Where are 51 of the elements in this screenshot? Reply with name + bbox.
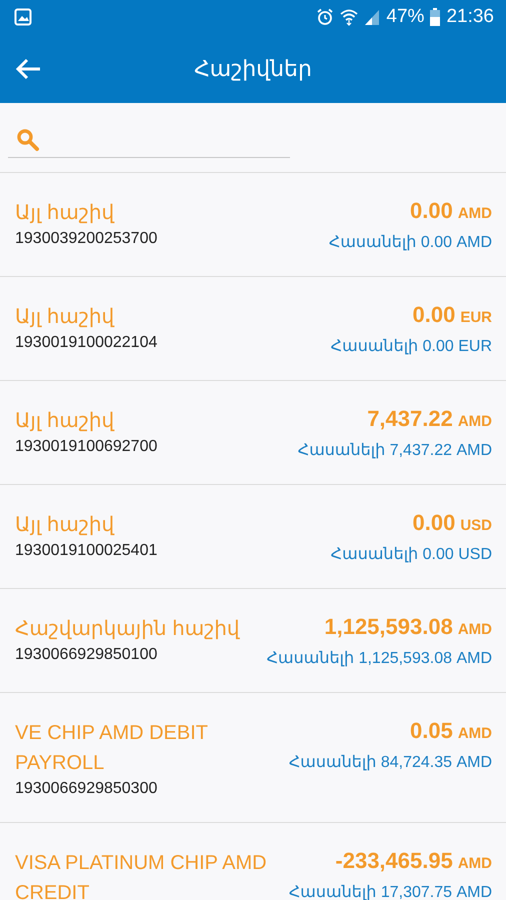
account-name: VISA PLATINUM CHIP AMD CREDIT xyxy=(15,851,268,900)
balance-amount: 1,125,593.08 xyxy=(324,614,453,639)
balance-amount: 0.05 xyxy=(410,718,453,743)
account-row[interactable]: Հաշվարկային հաշիվ 1930066929850100 1,125,593.08 AMD Հասանելի 1,125,593.08 AMD xyxy=(0,588,506,692)
currency-code: AMD xyxy=(458,413,492,430)
signal-icon xyxy=(364,8,380,26)
account-row[interactable]: Այլ հաշիվ 1930019100022104 0.00 EUR Հասանելի 0.00 EUR xyxy=(0,276,506,380)
balance-amount: 0.00 xyxy=(412,510,456,535)
currency-code: AMD xyxy=(458,205,492,222)
account-number: 1930019100692700 xyxy=(15,438,158,456)
account-row[interactable]: Այլ հաշիվ 1930019100025401 0.00 USD Հասանելի 0.00 USD xyxy=(0,484,506,588)
available-balance: Հասանելի 0.00 EUR xyxy=(330,337,492,356)
balance-amount: 7,437.22 xyxy=(367,406,453,431)
available-balance: Հասանելի 0.00 AMD xyxy=(328,233,492,252)
account-number: 1930019100025401 xyxy=(15,542,158,560)
account-name: Այլ հաշիվ xyxy=(15,409,116,434)
account-name: Այլ հաշիվ xyxy=(15,305,116,330)
currency-code: USD xyxy=(460,517,492,534)
wifi-icon xyxy=(340,8,358,26)
account-number: 1930019100022104 xyxy=(15,334,158,352)
account-name: Հաշվարկային հաշիվ xyxy=(15,617,240,642)
account-row[interactable]: Այլ հաշիվ 1930039200253700 0.00 AMD Հասանելի 0.00 AMD xyxy=(0,172,506,276)
account-row[interactable]: VISA PLATINUM CHIP AMD CREDIT -233,465.95 AMD Հասանելի 17,307.75 AMD xyxy=(0,822,506,900)
account-row[interactable]: VE CHIP AMD DEBIT PAYROLL 1930066929850300 0.05 AMD Հասանելի 84,724.35 AMD xyxy=(0,692,506,822)
available-balance: Հասանելի 7,437.22 AMD xyxy=(298,441,492,460)
account-number: 1930039200253700 xyxy=(15,230,158,248)
balance-amount: 0.00 xyxy=(410,198,453,223)
available-balance: Հասանելի 84,724.35 AMD xyxy=(288,753,492,772)
battery-icon xyxy=(430,8,440,26)
account-number: 1930066929850100 xyxy=(15,646,158,664)
account-row[interactable]: Այլ հաշիվ 1930019100692700 7,437.22 AMD Հասանելի 7,437.22 AMD xyxy=(0,380,506,484)
back-arrow-icon xyxy=(15,58,41,80)
battery-percent: 47% xyxy=(386,6,424,28)
balance-amount: -233,465.95 xyxy=(335,848,453,873)
search-icon xyxy=(16,128,40,152)
alarm-icon xyxy=(316,8,334,26)
account-name: VE CHIP AMD DEBIT PAYROLL xyxy=(15,721,209,776)
clock-time: 21:36 xyxy=(446,6,494,28)
account-number: 1930066929850300 xyxy=(15,780,158,798)
balance-amount: 0.00 xyxy=(412,302,456,327)
available-balance: Հասանելի 0.00 USD xyxy=(330,545,492,564)
available-balance: Հասանելի 1,125,593.08 AMD xyxy=(266,649,492,668)
currency-code: AMD xyxy=(458,855,492,872)
image-icon xyxy=(14,8,32,26)
account-name: Այլ հաշիվ xyxy=(15,513,116,538)
currency-code: AMD xyxy=(458,725,492,742)
currency-code: EUR xyxy=(460,309,492,326)
screen-title: Հաշիվներ xyxy=(194,56,312,82)
account-name: Այլ հաշիվ xyxy=(15,201,116,226)
available-balance: Հասանելի 17,307.75 AMD xyxy=(288,883,492,900)
currency-code: AMD xyxy=(458,621,492,638)
